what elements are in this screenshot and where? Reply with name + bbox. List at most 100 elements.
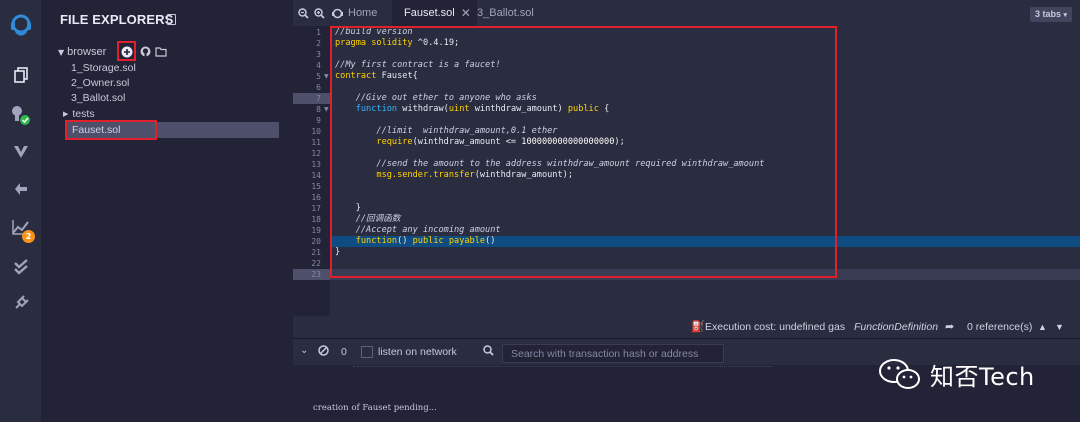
code-line: //send the amount to the address winthdr…: [335, 159, 764, 170]
code-text: (): [485, 236, 496, 246]
code-text: (winthdraw_amount);: [474, 170, 574, 180]
tab-fauset[interactable]: Fauset.sol ✕: [392, 0, 477, 26]
github-button[interactable]: [138, 44, 152, 59]
code-number: 100000000000000000: [521, 137, 615, 147]
tab-ballot-label: 3_Ballot.sol: [477, 7, 534, 19]
line-number: 20: [311, 237, 321, 246]
line-number: 2: [316, 39, 321, 48]
gas-icon: ⛽: [691, 321, 705, 333]
line-number: 19: [311, 226, 321, 235]
chevron-down-icon[interactable]: ▼: [1055, 320, 1064, 334]
line-number: 12: [311, 149, 321, 158]
line-gutter: 1 2 3 4 5 ▼ 6 7 8 ▼ 9 10 11 12 13 14 15 …: [293, 26, 330, 316]
file-item[interactable]: 2_Owner.sol: [71, 76, 129, 90]
folder-open-icon: [155, 46, 167, 57]
new-file-button[interactable]: [120, 44, 134, 59]
selected-file-label: Fauset.sol: [72, 124, 121, 136]
chevron-up-icon[interactable]: ▲: [1038, 320, 1047, 334]
code-comment: //build version: [335, 27, 413, 37]
line-number: 11: [311, 138, 321, 147]
tabs-count-label: 3 tabs: [1034, 9, 1061, 19]
code-line: pragma solidity ^0.4.19;: [335, 38, 459, 49]
file-explorer-info-icon[interactable]: [167, 14, 176, 25]
code-comment: //Give out ether to anyone who asks: [335, 93, 537, 103]
file-item[interactable]: 1_Storage.sol: [71, 61, 136, 75]
line-number: 13: [311, 160, 321, 169]
test-icon[interactable]: [0, 252, 41, 282]
fold-arrow-icon[interactable]: ▼: [324, 104, 329, 115]
code-line: function() public payable(): [335, 236, 496, 247]
function-definition: FunctionDefinition: [854, 321, 939, 333]
close-icon[interactable]: ✕: [461, 6, 471, 20]
goto-definition-icon[interactable]: ➦: [945, 320, 954, 334]
plugin-manager-icon[interactable]: [0, 100, 41, 130]
listen-checkbox[interactable]: [361, 346, 373, 358]
collapse-terminal-icon[interactable]: ⌄: [300, 344, 308, 358]
code-text: (): [397, 236, 413, 246]
code-editor[interactable]: 1 2 3 4 5 ▼ 6 7 8 ▼ 9 10 11 12 13 14 15 …: [293, 26, 1080, 316]
line-number: 1: [316, 28, 321, 37]
code-modifier: public: [567, 104, 599, 114]
caret-down-icon: ▼: [58, 47, 65, 57]
code-line: //limit winthdraw_amount,0.1 ether: [335, 126, 557, 137]
code-text: ^0.4.19;: [412, 38, 460, 48]
clear-console-icon[interactable]: [318, 345, 329, 360]
line-number: 22: [311, 259, 321, 268]
zoom-in-icon: [314, 7, 325, 19]
code-text: winthdraw_amount): [469, 104, 568, 114]
browser-root[interactable]: ▼ browser: [58, 44, 106, 60]
terminal-log-line: creation of Fauset pending...: [313, 403, 437, 413]
chevron-down-icon: ▾: [1063, 12, 1067, 19]
line-number: 14: [311, 171, 321, 180]
caret-right-icon: ▶: [63, 110, 69, 118]
deploy-run-icon[interactable]: [0, 174, 41, 204]
code-modifier: public payable: [412, 236, 486, 246]
code-keyword: pragma solidity: [335, 38, 413, 48]
code-line: }: [335, 247, 340, 258]
remix-logo-icon[interactable]: [0, 10, 41, 40]
code-area[interactable]: //build version pragma solidity ^0.4.19;…: [330, 26, 1080, 316]
code-keyword: msg.sender.transfer: [335, 170, 475, 180]
file-explorer-icon[interactable]: [0, 60, 41, 90]
zoom-out-button[interactable]: [298, 0, 309, 26]
search-input[interactable]: [502, 344, 724, 363]
line-number: 6: [316, 83, 321, 92]
file-item[interactable]: 3_Ballot.sol: [71, 91, 125, 105]
zoom-in-button[interactable]: [314, 0, 325, 26]
fold-arrow-icon[interactable]: ▼: [324, 71, 329, 82]
line-number: 10: [311, 127, 321, 136]
code-keyword: function: [335, 104, 398, 114]
code-comment: //Accept any incoming amount: [335, 225, 501, 235]
line-number: 8: [316, 105, 321, 114]
code-text: }: [335, 203, 361, 213]
folder-tests[interactable]: ▶ tests: [63, 107, 95, 121]
pending-tx-count: 0: [341, 346, 347, 358]
code-text: (winthdraw_amount <=: [412, 137, 522, 147]
browser-root-label: browser: [67, 46, 107, 58]
tab-ballot[interactable]: 3_Ballot.sol: [477, 0, 534, 26]
code-comment: //send the amount to the address winthdr…: [335, 159, 765, 169]
settings-plug-icon[interactable]: [0, 288, 41, 318]
code-line: require(winthdraw_amount <= 100000000000…: [335, 137, 624, 148]
tabs-count-dropdown[interactable]: 3 tabs ▾: [1029, 7, 1072, 22]
solidity-compiler-icon[interactable]: [0, 137, 41, 167]
line-number: 16: [311, 193, 321, 202]
selected-file-row[interactable]: Fauset.sol: [67, 122, 279, 138]
code-text: Fauset{: [376, 71, 418, 81]
code-text: {: [598, 104, 610, 114]
line-number: 15: [311, 182, 321, 191]
editor-status-bar: ⛽ Execution cost: undefined gas Function…: [293, 316, 1080, 338]
code-comment: //回调函数: [335, 214, 401, 224]
code-text: withdraw(: [397, 104, 449, 114]
line-number: 18: [311, 215, 321, 224]
cursor-line-highlight: [330, 269, 1080, 280]
file-explorer-panel: FILE EXPLORERS ▼ browser 1_Storage.sol 2…: [41, 0, 293, 422]
plus-circle-icon: [121, 46, 133, 57]
watermark-text: 知否Tech: [930, 362, 1035, 391]
tab-home[interactable]: Home: [331, 0, 377, 26]
open-folder-button[interactable]: [154, 44, 168, 59]
line-number: 4: [316, 61, 321, 70]
zoom-out-icon: [298, 7, 309, 19]
code-line: //Give out ether to anyone who asks: [335, 93, 537, 104]
line-number: 9: [316, 116, 321, 125]
